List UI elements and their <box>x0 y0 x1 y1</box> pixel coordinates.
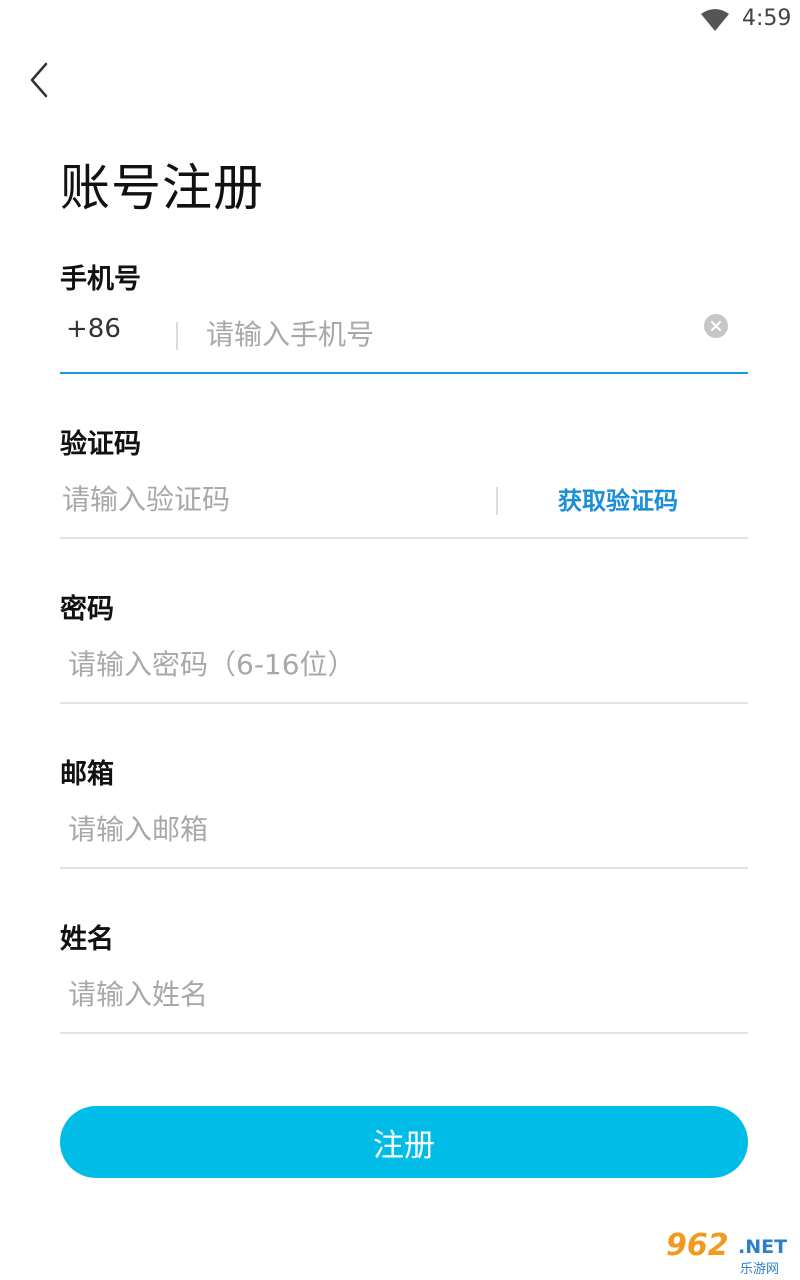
watermark-logo: 962 .NET 乐游网 <box>660 1228 796 1277</box>
code-label: 验证码 <box>60 429 141 460</box>
country-code-selector[interactable]: +86 <box>66 314 121 344</box>
password-field <box>60 632 748 704</box>
password-label: 密码 <box>60 594 114 625</box>
email-label: 邮箱 <box>60 759 114 790</box>
email-input[interactable] <box>68 809 728 849</box>
wifi-icon <box>701 9 729 31</box>
password-input[interactable] <box>68 644 728 684</box>
name-label: 姓名 <box>60 924 114 955</box>
name-input[interactable] <box>68 974 728 1014</box>
phone-field: +86 <box>60 302 748 374</box>
clear-icon[interactable] <box>704 314 728 338</box>
watermark-domain: .NET <box>738 1236 788 1258</box>
watermark-brand: 962 <box>666 1228 729 1263</box>
code-input[interactable] <box>62 479 472 519</box>
divider <box>176 322 178 350</box>
status-time: 4:59 <box>742 6 792 31</box>
get-code-button[interactable]: 获取验证码 <box>558 481 678 516</box>
code-field: 获取验证码 <box>60 467 748 539</box>
name-field <box>60 962 748 1034</box>
email-field <box>60 797 748 869</box>
watermark-subtitle: 乐游网 <box>740 1262 780 1277</box>
phone-label: 手机号 <box>60 264 141 295</box>
status-bar: 4:59 <box>0 0 800 42</box>
phone-input[interactable] <box>206 314 676 354</box>
register-button[interactable]: 注册 <box>60 1106 748 1178</box>
divider <box>496 487 498 515</box>
page-title: 账号注册 <box>60 159 264 217</box>
chevron-left-icon[interactable] <box>26 60 54 100</box>
